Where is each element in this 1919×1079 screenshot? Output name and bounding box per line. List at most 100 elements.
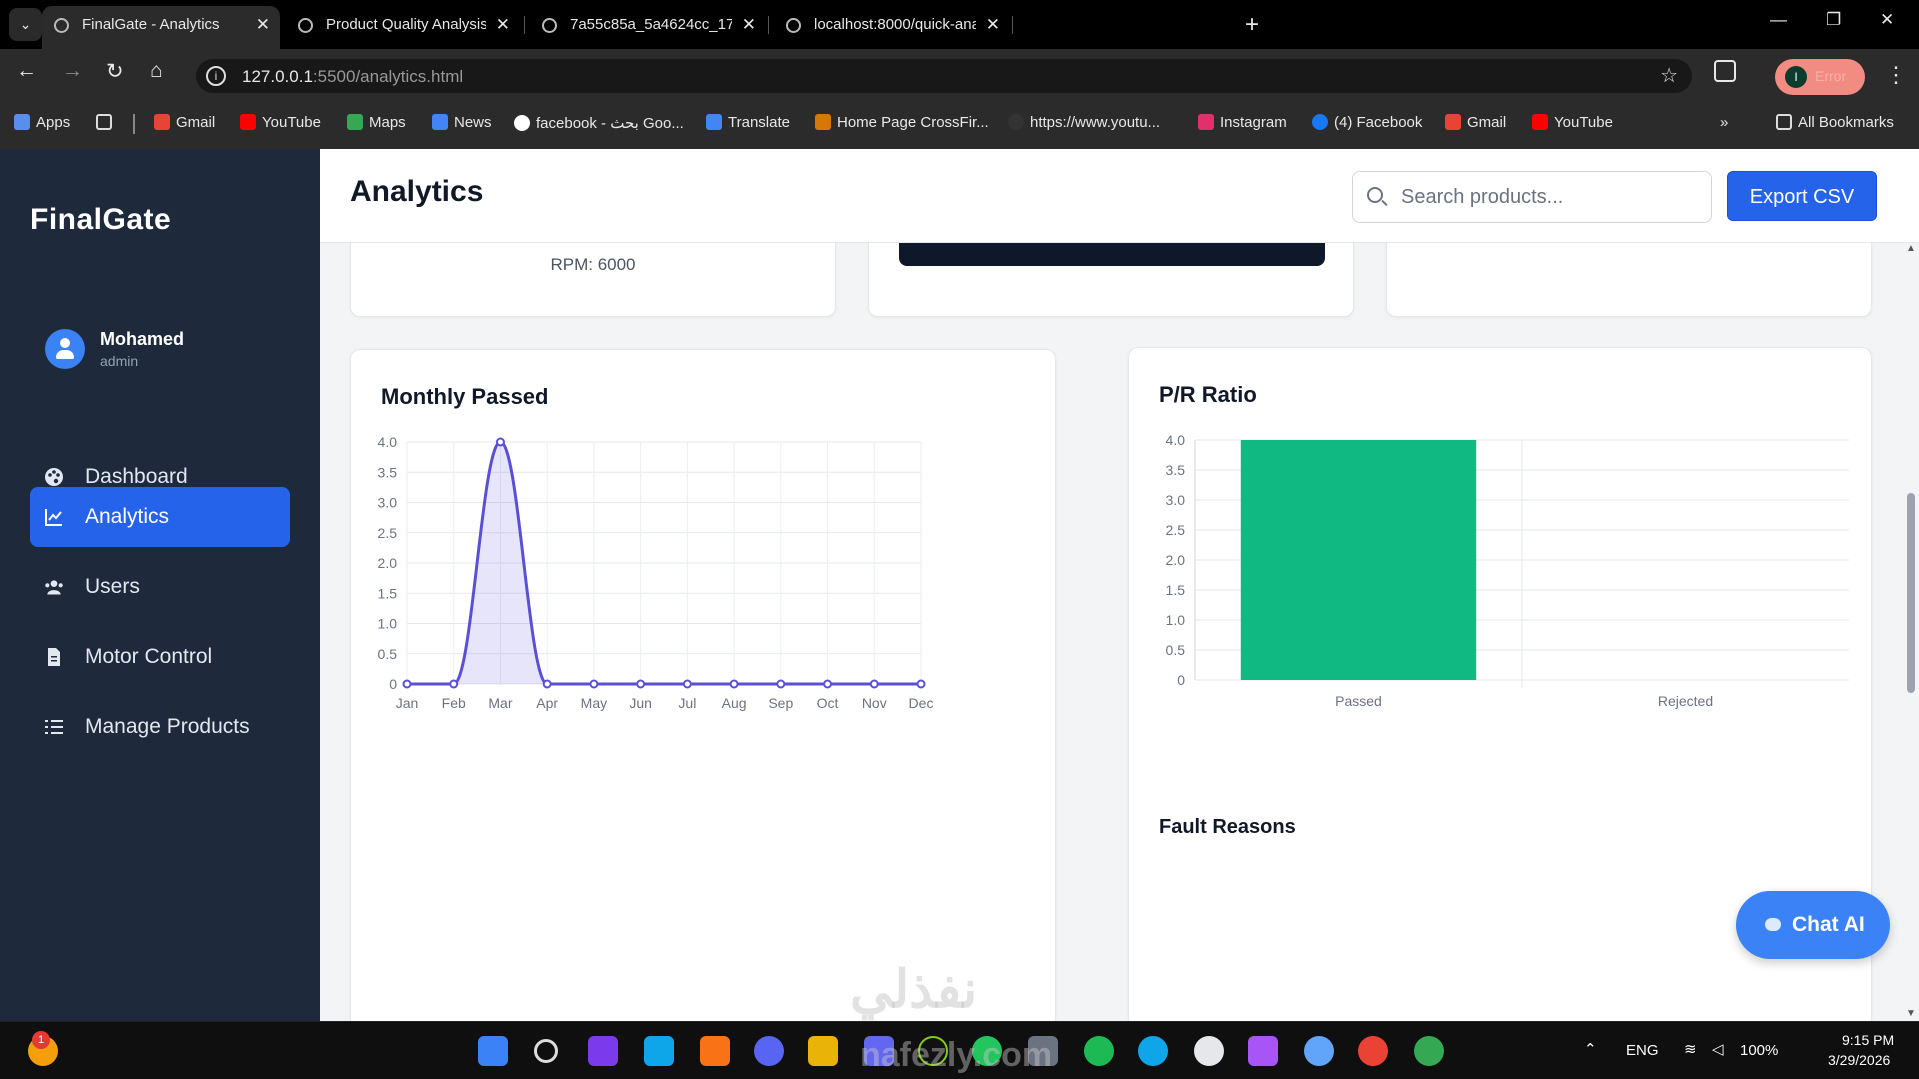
app-icon[interactable] bbox=[1304, 1036, 1334, 1066]
chrome-active-icon[interactable] bbox=[1414, 1036, 1444, 1066]
y-tick-label: 1.5 bbox=[1166, 582, 1186, 598]
bookmarks-overflow-icon[interactable]: » bbox=[1720, 114, 1728, 131]
sidebar-item-manage-products[interactable]: Manage Products bbox=[30, 697, 290, 757]
discord-icon[interactable] bbox=[754, 1036, 784, 1066]
copilot-icon[interactable] bbox=[1248, 1036, 1278, 1066]
search-box[interactable] bbox=[1352, 171, 1712, 223]
all-bookmarks[interactable]: All Bookmarks bbox=[1776, 114, 1894, 131]
tab-search-button[interactable]: ⌄ bbox=[9, 8, 42, 41]
crossfire-icon bbox=[815, 114, 831, 130]
bookmark-grid[interactable] bbox=[96, 114, 118, 131]
back-icon[interactable]: ← bbox=[16, 59, 37, 83]
file-explorer-icon[interactable] bbox=[808, 1036, 838, 1066]
vscode-icon[interactable] bbox=[644, 1036, 674, 1066]
news-icon bbox=[432, 114, 448, 130]
language-indicator[interactable]: ENG bbox=[1626, 1042, 1659, 1059]
bookmark-star-icon[interactable]: ☆ bbox=[1660, 63, 1678, 88]
tray-chevron-icon[interactable]: ⌃ bbox=[1584, 1040, 1597, 1058]
battery-indicator[interactable]: 100% bbox=[1740, 1042, 1778, 1059]
wordpress-icon[interactable] bbox=[1194, 1036, 1224, 1066]
profile-avatar: I bbox=[1785, 66, 1807, 88]
chrome-icon[interactable] bbox=[1358, 1036, 1388, 1066]
window-close-icon[interactable]: ✕ bbox=[1880, 10, 1894, 30]
tab-quick-analyze[interactable]: localhost:8000/quick-analyze/ ✕ bbox=[774, 6, 1010, 43]
tab-title: 7a55c85a_5a4624cc_1774811324 bbox=[570, 16, 732, 33]
y-tick-label: 0 bbox=[389, 676, 397, 692]
profile-button[interactable]: I Error bbox=[1775, 59, 1865, 95]
clock-date[interactable]: 3/29/2026 bbox=[1828, 1052, 1890, 1068]
tab-product-quality[interactable]: Product Quality Analysis Tester ✕ bbox=[286, 6, 520, 43]
y-tick-label: 2.0 bbox=[1166, 552, 1186, 568]
user-role: admin bbox=[100, 353, 139, 369]
minimize-icon[interactable]: — bbox=[1770, 10, 1787, 30]
address-url[interactable]: 127.0.0.1:5500/analytics.html bbox=[242, 67, 463, 87]
tab-divider bbox=[1012, 16, 1013, 34]
search-icon bbox=[1367, 187, 1383, 203]
chart-title: P/R Ratio bbox=[1159, 382, 1257, 407]
windows-start-icon[interactable] bbox=[478, 1036, 508, 1066]
reload-icon[interactable]: ↻ bbox=[106, 59, 124, 84]
bookmark-youtube-url[interactable]: https://www.youtu... bbox=[1008, 114, 1160, 131]
scroll-thumb[interactable] bbox=[1907, 493, 1915, 693]
address-bar[interactable]: i 127.0.0.1:5500/analytics.html ☆ bbox=[196, 59, 1692, 93]
export-csv-button[interactable]: Export CSV bbox=[1727, 171, 1877, 221]
scroll-up-icon[interactable]: ▲ bbox=[1906, 243, 1916, 254]
bookmark-crossfire[interactable]: Home Page CrossFir... bbox=[815, 114, 989, 131]
tab-finalgate-analytics[interactable]: FinalGate - Analytics ✕ bbox=[42, 6, 280, 49]
sidebar-item-label: Motor Control bbox=[85, 645, 213, 668]
brave-icon[interactable] bbox=[700, 1036, 730, 1066]
restore-icon[interactable]: ❐ bbox=[1826, 10, 1841, 30]
extensions-icon[interactable] bbox=[1714, 60, 1736, 82]
sidebar-item-label: Dashboard bbox=[85, 465, 188, 488]
sidebar-item-analytics[interactable]: Analytics bbox=[30, 487, 290, 547]
info-icon[interactable]: i bbox=[206, 66, 226, 86]
bookmark-facebook[interactable]: (4) Facebook bbox=[1312, 114, 1422, 131]
sidebar-item-users[interactable]: Users bbox=[30, 557, 290, 617]
x-tick-label: May bbox=[581, 695, 607, 711]
bookmark-maps[interactable]: Maps bbox=[347, 114, 406, 131]
bookmark-instagram[interactable]: Instagram bbox=[1198, 114, 1287, 131]
search-input[interactable] bbox=[1401, 184, 1701, 210]
bookmark-gmail-2[interactable]: Gmail bbox=[1445, 114, 1506, 131]
x-tick-label: Sep bbox=[768, 695, 793, 711]
bookmark-news[interactable]: News bbox=[432, 114, 492, 131]
close-icon[interactable]: ✕ bbox=[986, 6, 1000, 43]
bookmark-gmail[interactable]: Gmail bbox=[154, 114, 215, 131]
x-tick-label: Passed bbox=[1335, 693, 1382, 709]
menu-icon[interactable]: ⋮ bbox=[1885, 62, 1907, 88]
spotify-icon[interactable] bbox=[1084, 1036, 1114, 1066]
bookmark-youtube-2[interactable]: YouTube bbox=[1532, 114, 1613, 131]
data-point bbox=[542, 679, 552, 689]
main-content: Analytics Export CSV RPM: 6000 Monthly P… bbox=[320, 149, 1919, 1021]
maps-icon bbox=[347, 114, 363, 130]
close-icon[interactable]: ✕ bbox=[742, 6, 756, 43]
close-icon[interactable]: ✕ bbox=[256, 6, 270, 43]
tab-image-file[interactable]: 7a55c85a_5a4624cc_1774811324 ✕ bbox=[530, 6, 766, 43]
gmail-icon bbox=[154, 114, 170, 130]
y-tick-label: 0.5 bbox=[378, 646, 398, 662]
bookmark-translate[interactable]: Translate bbox=[706, 114, 790, 131]
chat-ai-button[interactable]: Chat AI bbox=[1736, 891, 1890, 959]
new-tab-button[interactable]: + bbox=[1245, 6, 1259, 43]
home-icon[interactable]: ⌂ bbox=[150, 59, 163, 83]
bookmark-facebook-search[interactable]: facebook - بحث Goo... bbox=[514, 114, 684, 132]
browser-toolbar: ← → ↻ ⌂ i 127.0.0.1:5500/analytics.html … bbox=[0, 49, 1919, 99]
edge-icon[interactable] bbox=[1138, 1036, 1168, 1066]
scroll-down-icon[interactable]: ▼ bbox=[1906, 1008, 1916, 1019]
bookmark-youtube[interactable]: YouTube bbox=[240, 114, 321, 131]
search-icon[interactable] bbox=[534, 1039, 558, 1063]
bookmark-apps[interactable]: Apps bbox=[14, 114, 70, 131]
volume-icon[interactable]: ◁ bbox=[1712, 1040, 1724, 1058]
page-scrollbar[interactable]: ▲ ▼ bbox=[1903, 243, 1919, 1021]
avatar bbox=[45, 329, 85, 369]
visual-studio-icon[interactable] bbox=[588, 1036, 618, 1066]
forward-icon[interactable]: → bbox=[62, 59, 83, 83]
wifi-icon[interactable]: ≋ bbox=[1684, 1040, 1697, 1058]
tab-title: localhost:8000/quick-analyze/ bbox=[814, 16, 976, 33]
globe-icon bbox=[542, 18, 557, 33]
close-icon[interactable]: ✕ bbox=[496, 6, 510, 43]
clock-time[interactable]: 9:15 PM bbox=[1842, 1032, 1894, 1048]
data-point bbox=[869, 679, 879, 689]
x-tick-label: Apr bbox=[536, 695, 558, 711]
sidebar-item-motor-control[interactable]: Motor Control bbox=[30, 627, 290, 687]
